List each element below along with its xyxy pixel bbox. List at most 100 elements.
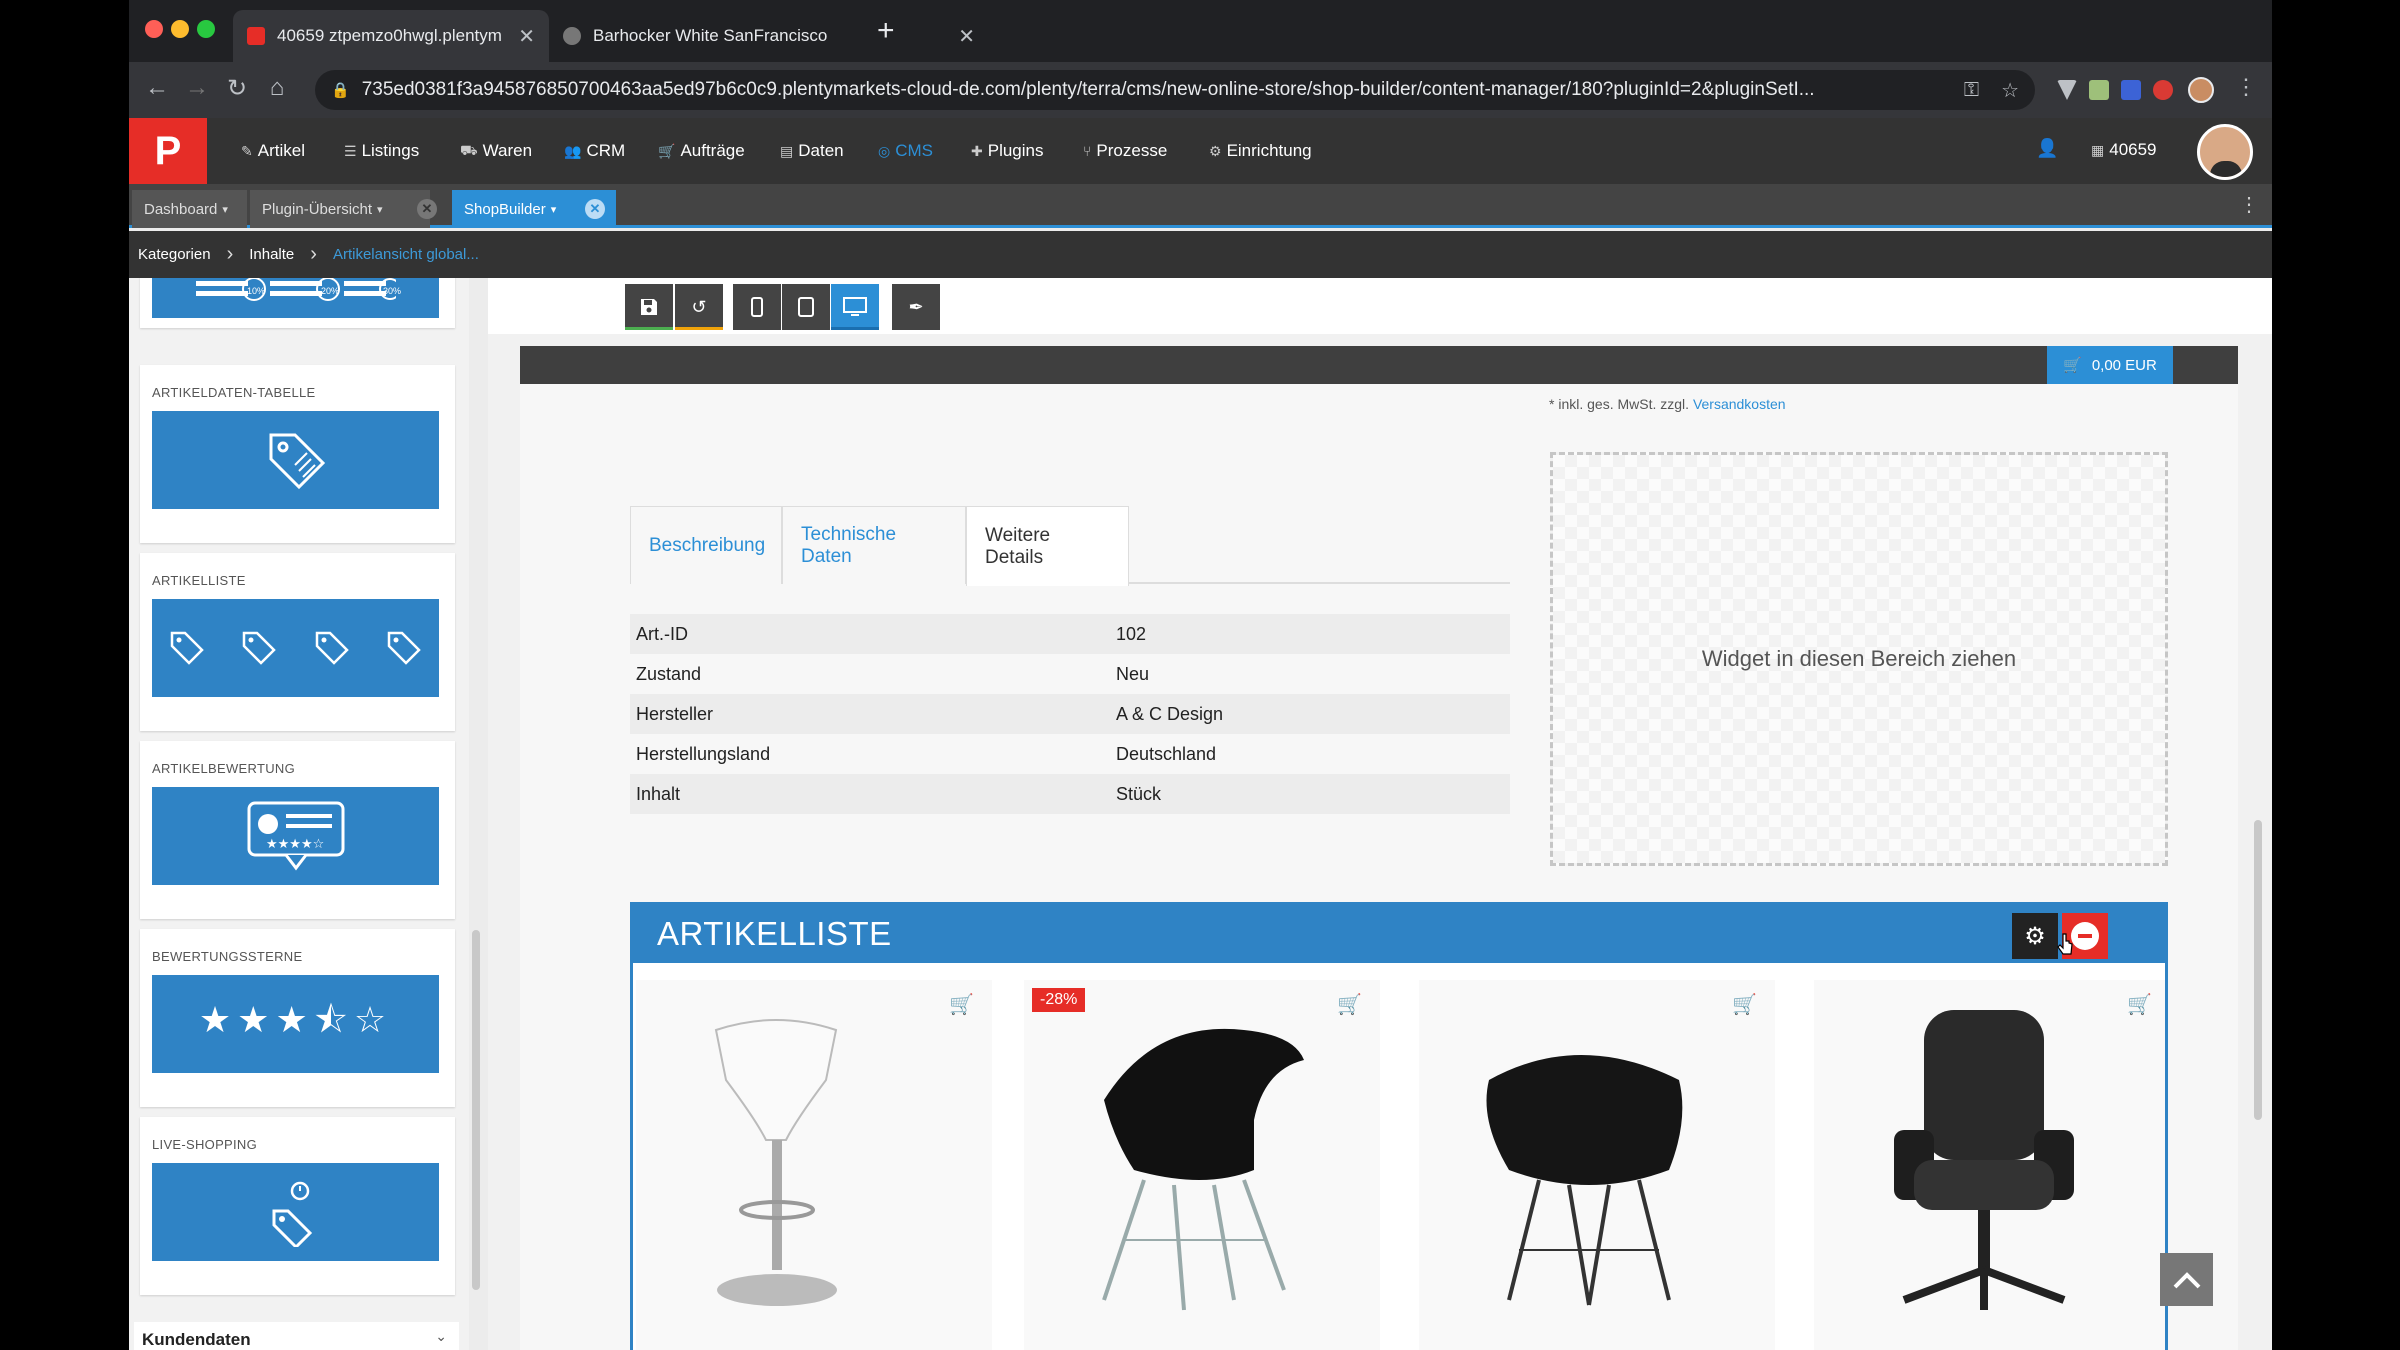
detail-value: Deutschland <box>1116 743 1217 764</box>
tag-icon <box>224 628 294 668</box>
page-scrollbar[interactable] <box>2254 820 2262 1120</box>
widget-card-discount[interactable]: 10% 20% 30% <box>140 278 455 328</box>
bookmark-star-icon[interactable]: ☆ <box>2001 78 2019 103</box>
tabbar-menu-icon[interactable]: ⋮ <box>2239 192 2259 217</box>
widget-card-live-shopping[interactable]: LIVE-SHOPPING <box>140 1117 455 1295</box>
key-icon[interactable]: ⚿ <box>1964 79 1979 102</box>
widget-card-bewertungssterne[interactable]: BEWERTUNGSSTERNE ★★★⯪☆ <box>140 929 455 1107</box>
widget-card-artikelliste[interactable]: ARTIKELLISTE <box>140 553 455 731</box>
product-card[interactable]: 🛒 <box>636 980 992 1350</box>
discount-badge: 20% <box>321 286 340 296</box>
nav-artikel[interactable]: ✎ Artikel <box>241 118 305 184</box>
nav-listings[interactable]: ☰ Listings <box>344 118 419 184</box>
product-card[interactable]: 🛒 <box>1419 980 1775 1350</box>
lock-icon: 🔒 <box>331 82 350 99</box>
extension-v-icon[interactable] <box>2057 80 2077 100</box>
user-icon[interactable]: 👤 <box>2036 138 2058 159</box>
artikelliste-widget[interactable]: ARTIKELLISTE ⚙ 🛒 -28% � <box>630 902 2168 1350</box>
minimize-window-dot[interactable] <box>171 20 189 38</box>
tab-technische-daten[interactable]: Technische Daten <box>782 506 966 584</box>
artikelliste-header: ARTIKELLISTE <box>633 905 2165 963</box>
product-card[interactable]: -28% 🛒 <box>1024 980 1380 1350</box>
widget-label: ARTIKELBEWERTUNG <box>152 761 296 776</box>
table-row: Herstellungsland Deutschland <box>630 734 1510 774</box>
nav-cms[interactable]: ◎ CMS <box>878 118 933 184</box>
tab-weitere-details[interactable]: Weitere Details <box>966 506 1129 586</box>
add-to-cart-icon[interactable]: 🛒 <box>949 992 974 1017</box>
url-text: 735ed0381f3a945876850700463aa5ed97b6c0c9… <box>361 79 1815 100</box>
tab-plugin-uebersicht[interactable]: Plugin-Übersicht ▾ <box>250 190 430 228</box>
forward-icon[interactable]: → <box>181 74 213 102</box>
reload-icon[interactable]: ↻ <box>221 74 253 103</box>
product-image <box>1894 1010 2074 1310</box>
gear-icon: ⚙ <box>1209 142 1222 159</box>
tablet-icon <box>798 297 814 317</box>
tablet-view-button[interactable] <box>782 284 830 330</box>
breadcrumb-item[interactable]: Kategorien <box>138 246 211 263</box>
plenty-logo[interactable]: P <box>129 118 207 184</box>
breadcrumb-item[interactable]: Inhalte <box>249 246 294 263</box>
close-tab-icon[interactable]: ✕ <box>518 24 535 49</box>
browser-tab[interactable]: Barhocker White SanFrancisco ✕ <box>549 10 989 62</box>
browser-tab-active[interactable]: 40659 ztpemzo0hwgl.plentym ✕ <box>233 10 549 62</box>
desktop-view-button[interactable] <box>831 284 879 330</box>
browser-window: 40659 ztpemzo0hwgl.plentym ✕ Barhocker W… <box>129 0 2272 1350</box>
mobile-view-button[interactable] <box>733 284 781 330</box>
edit-button[interactable]: ✒ <box>892 284 940 330</box>
close-tab-icon[interactable]: ✕ <box>958 24 975 49</box>
nav-daten[interactable]: ▤ Daten <box>780 118 844 184</box>
discount-badge: 10% <box>247 286 266 296</box>
browser-menu-icon[interactable]: ⋮ <box>2235 74 2257 100</box>
caret-down-icon: ▾ <box>550 203 557 216</box>
add-to-cart-icon[interactable]: 🛒 <box>1732 992 1757 1017</box>
close-tab-icon[interactable]: ✕ <box>417 199 437 219</box>
add-to-cart-icon[interactable]: 🛒 <box>2127 992 2152 1017</box>
back-to-top-button[interactable] <box>2160 1253 2213 1306</box>
nav-waren[interactable]: ⛟ Waren <box>460 118 532 184</box>
shipping-cost-link[interactable]: Versandkosten <box>1693 396 1786 412</box>
extension-blue-icon[interactable] <box>2121 80 2141 100</box>
extension-image-icon[interactable] <box>2089 80 2109 100</box>
dropzone-text: Widget in diesen Bereich ziehen <box>1701 646 2017 671</box>
close-tab-icon[interactable]: ✕ <box>585 199 605 219</box>
undo-button[interactable]: ↺ <box>675 284 723 330</box>
nav-auftraege[interactable]: 🛒 Aufträge <box>658 118 745 184</box>
database-icon: ▤ <box>780 142 794 159</box>
flow-icon: ⑂ <box>1083 143 1092 159</box>
zoom-window-dot[interactable] <box>197 20 215 38</box>
section-kundendaten[interactable]: Kundendaten ⌄ <box>134 1322 459 1350</box>
new-tab-icon[interactable]: + <box>877 14 895 48</box>
widget-label: BEWERTUNGSSTERNE <box>152 949 303 964</box>
extension-red-icon[interactable] <box>2153 80 2173 100</box>
shop-canvas: * inkl. ges. MwSt. zzgl. Versandkosten B… <box>520 384 2238 1350</box>
home-icon[interactable]: ⌂ <box>261 74 293 102</box>
discount-badge: 30% <box>383 286 402 296</box>
tab-dashboard[interactable]: Dashboard ▾ <box>132 190 247 228</box>
tab-label: Technische Daten <box>801 523 897 567</box>
widget-card-artikelbewertung[interactable]: ARTIKELBEWERTUNG ★★★★☆ <box>140 741 455 919</box>
mouse-pointer-icon <box>2057 933 2073 955</box>
close-window-dot[interactable] <box>145 20 163 38</box>
sidebar-scrollbar[interactable] <box>472 930 480 1290</box>
nav-prozesse[interactable]: ⑂ Prozesse <box>1083 118 1167 184</box>
back-icon[interactable]: ← <box>141 74 173 102</box>
browser-tab-title: Barhocker White SanFrancisco <box>593 26 828 45</box>
nav-einrichtung[interactable]: ⚙ Einrichtung <box>1209 118 1312 184</box>
breadcrumb-current[interactable]: Artikelansicht global... <box>333 246 479 263</box>
tag-icon <box>152 628 222 668</box>
cart-button[interactable]: 🛒 0,00 EUR <box>2047 346 2173 384</box>
save-button[interactable] <box>625 284 673 330</box>
breadcrumb: Kategorien › Inhalte › Artikelansicht gl… <box>129 231 2272 278</box>
product-card[interactable]: 🛒 <box>1814 980 2165 1350</box>
tab-beschreibung[interactable]: Beschreibung <box>630 506 782 584</box>
widget-settings-button[interactable]: ⚙ <box>2012 913 2058 959</box>
nav-crm[interactable]: 👥 CRM <box>564 118 625 184</box>
address-bar[interactable]: 🔒 735ed0381f3a945876850700463aa5ed97b6c0… <box>315 70 2035 110</box>
widget-card-artikeldaten-tabelle[interactable]: ARTIKELDATEN-TABELLE <box>140 365 455 543</box>
account-number[interactable]: ▦ 40659 <box>2091 140 2157 160</box>
add-to-cart-icon[interactable]: 🛒 <box>1337 992 1362 1017</box>
user-avatar[interactable] <box>2197 124 2253 180</box>
widget-dropzone[interactable]: Widget in diesen Bereich ziehen <box>1550 452 2168 866</box>
nav-plugins[interactable]: ✚ Plugins <box>971 118 1044 184</box>
browser-profile-avatar[interactable] <box>2188 77 2214 103</box>
